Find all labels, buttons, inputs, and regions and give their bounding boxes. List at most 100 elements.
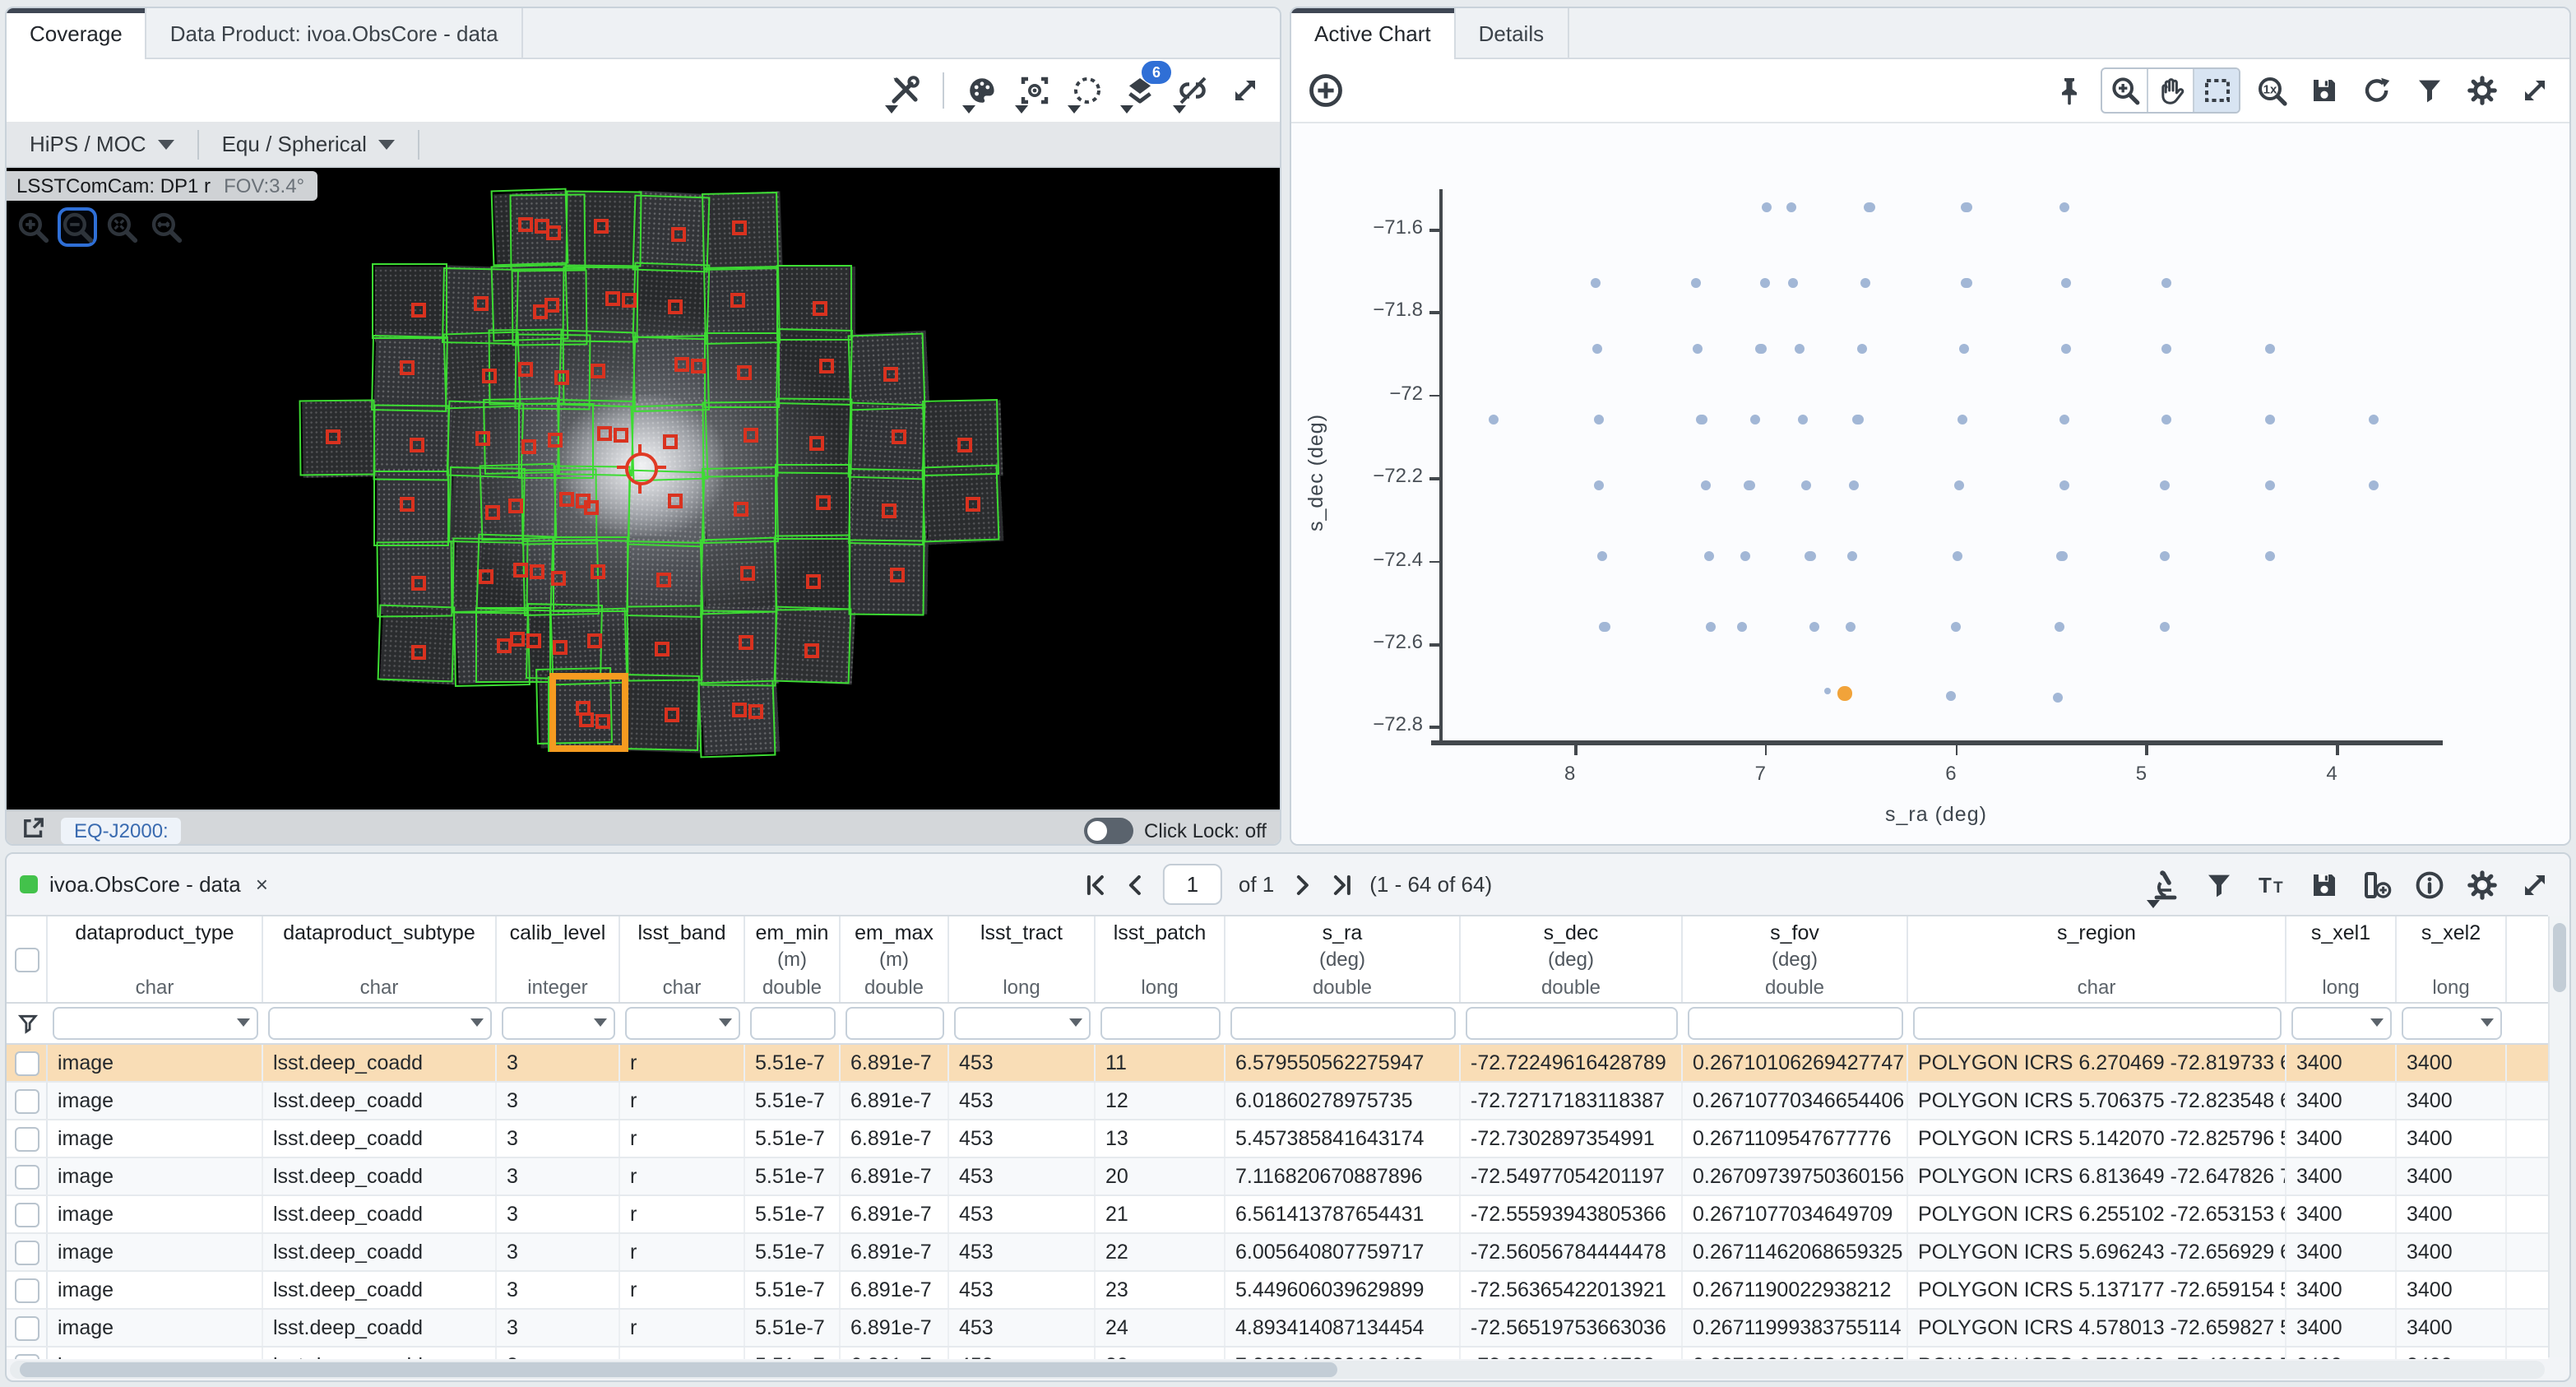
pin-button[interactable] (2048, 69, 2091, 112)
table-row[interactable]: imagelsst.deep_coadd3r5.51e-76.891e-7453… (7, 1158, 2548, 1196)
row-checkbox[interactable] (14, 1051, 39, 1075)
scatter-chart[interactable]: −71.6−71.8−72−72.2−72.4−72.6−72.887654s_… (1291, 122, 2569, 844)
data-point[interactable] (1693, 344, 1703, 354)
row-checkbox[interactable] (14, 1202, 39, 1227)
data-point[interactable] (1786, 203, 1796, 213)
data-point[interactable] (1823, 687, 1832, 695)
vertical-scrollbar[interactable] (2548, 916, 2568, 1357)
table-row[interactable]: imagelsst.deep_coadd3r5.51e-76.891e-7453… (7, 1272, 2548, 1310)
microscope-button[interactable] (2145, 863, 2188, 906)
external-link-icon[interactable] (20, 814, 48, 846)
filter-input-s_xel2[interactable] (2402, 1007, 2502, 1040)
data-point[interactable] (2160, 480, 2170, 490)
data-point[interactable] (1865, 203, 1874, 213)
filter-input-s_region[interactable] (1913, 1007, 2282, 1040)
row-checkbox[interactable] (14, 1278, 39, 1302)
column-header-dataproduct_type[interactable]: dataproduct_typechar (48, 916, 263, 1002)
data-point[interactable] (1950, 622, 1960, 632)
data-point[interactable] (1592, 344, 1602, 354)
info-button[interactable] (2408, 863, 2451, 906)
data-point[interactable] (1962, 203, 1971, 213)
data-point[interactable] (1798, 415, 1808, 424)
filter-input-em_max[interactable] (846, 1007, 944, 1040)
data-point[interactable] (2060, 344, 2070, 354)
add-column-button[interactable] (2356, 863, 2398, 906)
data-point[interactable] (1952, 551, 1962, 561)
data-point[interactable] (2053, 692, 2063, 702)
zoom-out-button[interactable] (58, 207, 97, 247)
highlighted-data-point[interactable] (1837, 687, 1851, 701)
data-point[interactable] (1960, 344, 1970, 354)
data-point[interactable] (1594, 415, 1604, 424)
row-checkbox[interactable] (14, 1353, 39, 1359)
table-row[interactable]: imagelsst.deep_coadd3r5.51e-76.891e-7453… (7, 1310, 2548, 1348)
data-point[interactable] (1590, 277, 1600, 287)
data-point[interactable] (1853, 415, 1863, 424)
data-point[interactable] (1860, 277, 1870, 287)
data-point[interactable] (1759, 277, 1769, 287)
text-view-button[interactable]: TT (2250, 863, 2293, 906)
data-point[interactable] (1962, 277, 1971, 287)
column-header-s_xel1[interactable]: s_xel1long (2286, 916, 2397, 1002)
row-checkbox[interactable] (14, 1088, 39, 1113)
data-point[interactable] (2055, 622, 2064, 632)
filter-input-lsst_tract[interactable] (954, 1007, 1091, 1040)
data-point[interactable] (1737, 622, 1747, 632)
data-point[interactable] (1707, 622, 1717, 632)
data-point[interactable] (1857, 344, 1867, 354)
data-point[interactable] (1704, 551, 1714, 561)
data-point[interactable] (1744, 480, 1754, 490)
prev-page-button[interactable] (1124, 873, 1147, 896)
data-point[interactable] (1805, 551, 1815, 561)
data-point[interactable] (1849, 480, 1859, 490)
save-button[interactable] (2303, 69, 2346, 112)
data-point[interactable] (1598, 551, 1608, 561)
column-header-s_dec[interactable]: s_dec(deg)double (1461, 916, 1683, 1002)
data-point[interactable] (1756, 344, 1766, 354)
filter-input-calib_level[interactable] (502, 1007, 615, 1040)
add-chart-button[interactable] (1304, 69, 1347, 112)
data-point[interactable] (1490, 415, 1499, 424)
data-point[interactable] (1788, 277, 1798, 287)
data-point[interactable] (2370, 480, 2379, 490)
click-lock-toggle[interactable] (1083, 817, 1133, 843)
data-point[interactable] (2059, 203, 2069, 213)
tab-details[interactable]: Details (1456, 8, 1569, 58)
tab-coverage[interactable]: Coverage (7, 8, 147, 58)
layers-button[interactable]: 6 (1119, 69, 1161, 112)
filter-button[interactable] (2408, 69, 2451, 112)
filter-input-dataproduct_subtype[interactable] (268, 1007, 492, 1040)
data-point[interactable] (1846, 622, 1856, 632)
data-point[interactable] (2160, 622, 2170, 632)
data-point[interactable] (2060, 277, 2070, 287)
data-point[interactable] (2264, 480, 2274, 490)
zoom-in-button[interactable] (2102, 69, 2148, 112)
close-icon[interactable]: × (253, 872, 268, 897)
save-button[interactable] (2303, 863, 2346, 906)
gear-button[interactable] (2461, 69, 2504, 112)
expand-button[interactable] (2513, 863, 2556, 906)
column-header-dataproduct_subtype[interactable]: dataproduct_subtypechar (263, 916, 497, 1002)
column-header-em_max[interactable]: em_max(m)double (841, 916, 949, 1002)
horizontal-scrollbar[interactable] (10, 1361, 2545, 1379)
zoom-fill-button[interactable] (146, 207, 186, 247)
column-header-lsst_patch[interactable]: lsst_patchlong (1096, 916, 1225, 1002)
recenter-button[interactable] (1013, 69, 1056, 112)
data-point[interactable] (2264, 344, 2274, 354)
zoom-in-button[interactable] (13, 207, 53, 247)
filter-input-s_ra[interactable] (1230, 1007, 1456, 1040)
data-point[interactable] (1701, 480, 1711, 490)
filter-input-s_xel1[interactable] (2291, 1007, 2392, 1040)
filter-input-lsst_patch[interactable] (1100, 1007, 1221, 1040)
data-point[interactable] (2264, 551, 2274, 561)
data-point[interactable] (1957, 415, 1967, 424)
scrollbar-handle[interactable] (2552, 923, 2565, 992)
data-point[interactable] (2059, 415, 2069, 424)
data-point[interactable] (2161, 415, 2171, 424)
data-point[interactable] (2264, 415, 2274, 424)
data-point[interactable] (1809, 622, 1819, 632)
expand-button[interactable] (1224, 69, 1267, 112)
tab-active-chart[interactable]: Active Chart (1291, 8, 1456, 58)
projection-dropdown[interactable]: Equ / Spherical (199, 122, 418, 166)
column-header-calib_level[interactable]: calib_levelinteger (497, 916, 620, 1002)
